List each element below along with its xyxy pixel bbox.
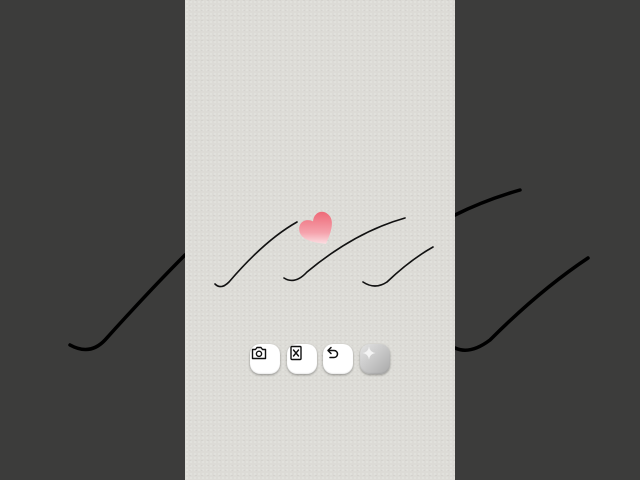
camera-icon <box>251 346 267 360</box>
undo-button[interactable] <box>323 344 353 374</box>
drawing-canvas[interactable] <box>185 0 455 480</box>
bottom-toolbar <box>250 344 390 376</box>
magic-button[interactable] <box>360 344 390 374</box>
undo-icon <box>327 346 339 359</box>
stroke-right <box>362 246 434 287</box>
clear-button[interactable] <box>287 344 317 374</box>
stroke-left <box>214 221 298 288</box>
clear-canvas-icon <box>290 345 302 361</box>
app-screen <box>0 0 640 480</box>
sparkle-icon <box>362 346 376 360</box>
heart-sticker[interactable] <box>296 208 340 252</box>
heart-icon <box>299 211 332 244</box>
camera-button[interactable] <box>250 344 280 374</box>
